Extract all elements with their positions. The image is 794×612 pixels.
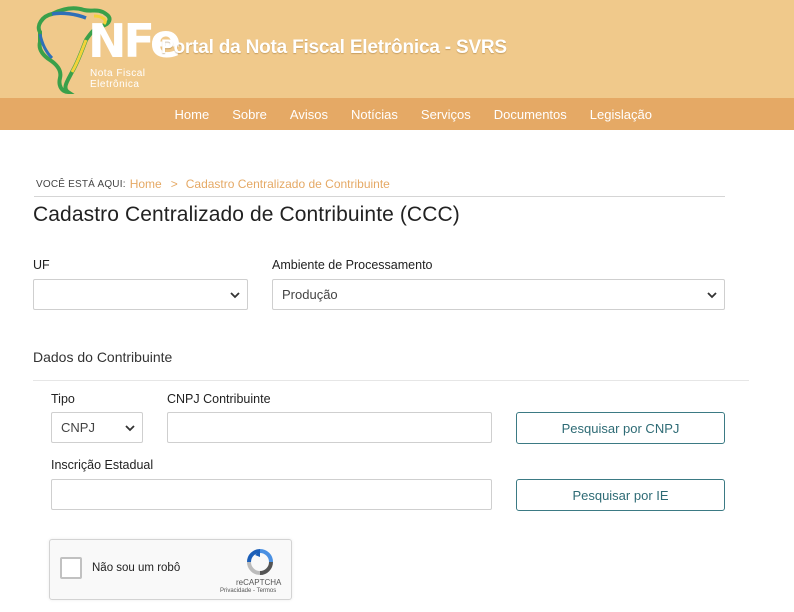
recaptcha-checkbox[interactable] — [60, 557, 82, 579]
ie-input[interactable] — [51, 479, 492, 510]
nav-item-sobre[interactable]: Sobre — [221, 107, 279, 122]
page-title: Cadastro Centralizado de Contribuinte (C… — [33, 203, 460, 226]
nav-item-home[interactable]: Home — [163, 107, 221, 122]
nfe-logo[interactable]: NFe Nota Fiscal Eletrônica — [32, 4, 181, 96]
search-by-ie-button[interactable]: Pesquisar por IE — [516, 479, 725, 511]
tipo-select[interactable]: CNPJ — [51, 412, 143, 443]
section-title-dados-contribuinte: Dados do Contribuinte — [33, 349, 173, 365]
breadcrumb-current: Cadastro Centralizado de Contribuinte — [185, 177, 390, 191]
ambiente-select[interactable]: Produção — [272, 279, 725, 310]
nav-item-documentos[interactable]: Documentos — [482, 107, 578, 122]
nav-item-avisos[interactable]: Avisos — [278, 107, 339, 122]
nav-list: Home Sobre Avisos Notícias Serviços Docu… — [163, 98, 663, 130]
breadcrumb-divider — [34, 196, 725, 197]
ie-label: Inscrição Estadual — [51, 458, 154, 472]
breadcrumb-separator: > — [170, 177, 178, 191]
logo-subtitle: Nota Fiscal Eletrônica — [90, 68, 146, 90]
uf-label: UF — [33, 258, 50, 272]
tipo-label: Tipo — [51, 392, 75, 406]
cnpj-input[interactable] — [167, 412, 492, 443]
ambiente-label: Ambiente de Processamento — [272, 258, 433, 272]
uf-select[interactable] — [33, 279, 248, 310]
chevron-down-icon — [707, 292, 717, 299]
recaptcha-widget: Não sou um robô reCAPTCHA Privacidade - … — [49, 539, 292, 600]
recaptcha-logo-icon — [247, 549, 273, 575]
chevron-down-icon — [125, 425, 135, 432]
recaptcha-label: Não sou um robô — [92, 562, 181, 574]
breadcrumb-home-link[interactable]: Home — [130, 177, 162, 191]
search-by-cnpj-button[interactable]: Pesquisar por CNPJ — [516, 412, 725, 444]
logo-subtitle-line1: Nota Fiscal — [90, 68, 146, 79]
breadcrumb: VOCÊ ESTÁ AQUI: Home > Cadastro Centrali… — [36, 177, 390, 191]
logo-subtitle-line2: Eletrônica — [90, 79, 140, 90]
nav-item-noticias[interactable]: Notícias — [339, 107, 409, 122]
site-title: Portal da Nota Fiscal Eletrônica - SVRS — [161, 37, 507, 58]
nav-item-servicos[interactable]: Serviços — [409, 107, 482, 122]
ambiente-select-value: Produção — [282, 287, 338, 302]
section-divider — [33, 380, 749, 381]
tipo-select-value: CNPJ — [61, 420, 95, 435]
chevron-down-icon — [230, 292, 240, 299]
recaptcha-brand: reCAPTCHA — [236, 578, 282, 587]
main-nav: Home Sobre Avisos Notícias Serviços Docu… — [0, 98, 794, 130]
breadcrumb-prefix: VOCÊ ESTÁ AQUI: — [36, 178, 126, 190]
nav-item-legislacao[interactable]: Legislação — [578, 107, 663, 122]
recaptcha-terms-link[interactable]: Privacidade - Termos — [220, 588, 276, 594]
site-header: NFe Nota Fiscal Eletrônica Portal da Not… — [0, 0, 794, 98]
cnpj-label: CNPJ Contribuinte — [167, 392, 271, 406]
